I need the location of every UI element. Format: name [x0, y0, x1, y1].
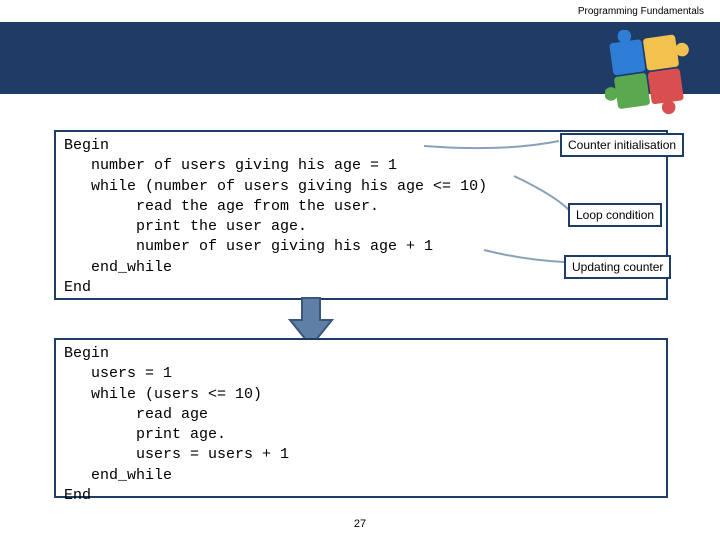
- puzzle-logo: [605, 30, 690, 115]
- callout-loop-condition: Loop condition: [568, 203, 662, 227]
- page-title: Programming Fundamentals: [578, 6, 704, 17]
- callout-updating-counter: Updating counter: [564, 255, 671, 279]
- pseudo-code-box-2: Begin users = 1 while (users <= 10) read…: [54, 338, 668, 498]
- page-number: 27: [0, 518, 720, 530]
- callout-counter-init: Counter initialisation: [560, 133, 684, 157]
